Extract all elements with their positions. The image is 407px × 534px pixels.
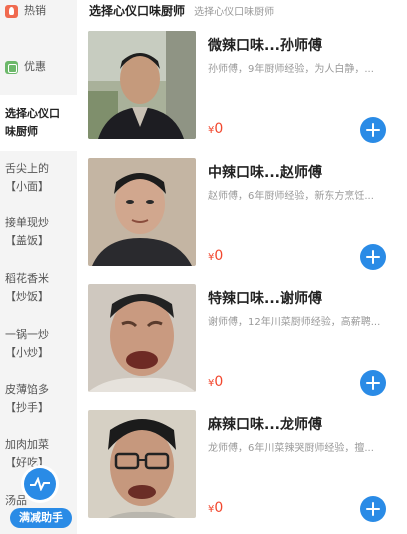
sidebar-item-promo[interactable]: 优惠	[0, 58, 77, 78]
price: ¥0	[208, 500, 224, 516]
sidebar-item-noodles[interactable]: 舌尖上的【小面】	[0, 160, 77, 200]
sidebar-item-label: 舌尖上的【小面】	[5, 162, 49, 193]
section-title: 选择心仪口味厨师	[89, 4, 186, 18]
sidebar-item-label: 接单现炒【盖饭】	[5, 216, 49, 247]
sidebar-item-label: 稻花香米【炒饭】	[5, 272, 49, 303]
dish-name: 微辣口味...孙师傅	[208, 38, 322, 54]
list-item[interactable]: 特辣口味...谢师傅 谢师傅，12年川菜厨师经验，高薪聘... ¥0	[88, 284, 407, 408]
sidebar-item-label: 加肉加菜【好吃】	[5, 438, 49, 469]
sidebar-item-fried-rice[interactable]: 稻花香米【炒饭】	[0, 270, 77, 310]
discount-assistant[interactable]: 满减助手	[10, 468, 72, 528]
hot-icon	[5, 4, 18, 18]
add-to-cart-button[interactable]	[360, 496, 386, 522]
sidebar-item-rice-bowl[interactable]: 接单现炒【盖饭】	[0, 214, 77, 254]
sidebar-item-wonton[interactable]: 皮薄馅多【抄手】	[0, 381, 77, 421]
sidebar-item-label: 优惠	[24, 60, 46, 73]
pulse-icon	[24, 468, 56, 500]
add-to-cart-button[interactable]	[360, 370, 386, 396]
dish-description: 谢师傅，12年川菜厨师经验，高薪聘...	[208, 317, 381, 328]
list-item[interactable]: 微辣口味...孙师傅 孙师傅，9年厨师经验，为人白静，... ¥0	[88, 31, 407, 155]
sidebar-item-label: 皮薄馅多【抄手】	[5, 383, 49, 414]
dish-name: 麻辣口味...龙师傅	[208, 417, 322, 433]
add-to-cart-button[interactable]	[360, 244, 386, 270]
price: ¥0	[208, 121, 224, 137]
price: ¥0	[208, 374, 224, 390]
chef-photo	[88, 410, 196, 518]
sidebar-item-stir-fry[interactable]: 一锅一炒【小炒】	[0, 326, 77, 366]
list-item[interactable]: 中辣口味...赵师傅 赵师傅，6年厨师经验，新东方烹饪... ¥0	[88, 158, 407, 282]
sidebar-item-chef[interactable]: 选择心仪口味厨师	[0, 95, 77, 151]
chef-photo	[88, 284, 196, 392]
dish-description: 龙师傅，6年川菜辣哭厨师经验，擅...	[208, 443, 374, 454]
dish-name: 特辣口味...谢师傅	[208, 291, 322, 307]
dish-description: 孙师傅，9年厨师经验，为人白静，...	[208, 64, 374, 75]
section-subtitle: 选择心仪口味厨师	[194, 7, 275, 18]
dish-name: 中辣口味...赵师傅	[208, 165, 322, 181]
chef-photo	[88, 158, 196, 266]
category-sidebar: 热销 优惠 选择心仪口味厨师 舌尖上的【小面】 接单现炒【盖饭】 稻花香米【炒饭…	[0, 0, 77, 534]
add-to-cart-button[interactable]	[360, 117, 386, 143]
price: ¥0	[208, 248, 224, 264]
sidebar-item-hot[interactable]: 热销	[0, 2, 77, 22]
chef-photo	[88, 31, 196, 139]
promo-icon	[5, 60, 18, 74]
sidebar-item-label: 一锅一炒【小炒】	[5, 328, 49, 359]
sidebar-item-label: 选择心仪口味厨师	[5, 107, 60, 138]
dish-description: 赵师傅，6年厨师经验，新东方烹饪...	[208, 191, 374, 202]
sidebar-item-label: 热销	[24, 4, 46, 17]
list-item[interactable]: 麻辣口味...龙师傅 龙师傅，6年川菜辣哭厨师经验，擅... ¥0	[88, 410, 407, 534]
section-header: 选择心仪口味厨师 选择心仪口味厨师	[77, 0, 407, 20]
assistant-label: 满减助手	[10, 508, 72, 528]
